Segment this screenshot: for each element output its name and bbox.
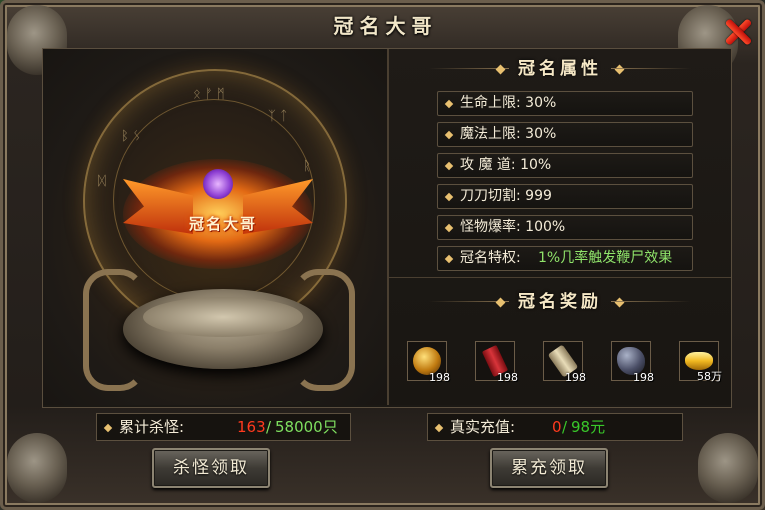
reward-slot[interactable]: 58万 — [679, 341, 722, 383]
rune-glyph: ᛟ ᚠ ᛗ — [193, 87, 225, 102]
attribute-row: 魔法上限: 30% — [437, 122, 693, 147]
kill-claim-button[interactable]: 杀怪领取 — [152, 448, 270, 488]
reward-slot[interactable]: 198 — [543, 341, 586, 384]
rune-glyph: ᛒ ᛊ — [121, 129, 141, 144]
pedestal-top — [143, 297, 303, 337]
reward-count: 198 — [633, 371, 654, 384]
kill-target: 58000只 — [275, 418, 338, 436]
reward-slot[interactable]: 198 — [611, 341, 654, 384]
emblem-title: 冠名大哥 — [188, 215, 257, 233]
emblem-showcase: ᛟ ᚠ ᛗ ᛉ ᛏ ᛒ ᛊ ᚱ ᛞ 冠名大哥 — [43, 49, 387, 405]
attribute-text: 攻 魔 道: 10% — [460, 157, 552, 173]
kill-separator: / — [266, 418, 272, 436]
reward-count: 198 — [565, 371, 586, 384]
purple-gem-icon — [203, 169, 233, 199]
attribute-text: 生命上限: 30% — [460, 95, 557, 111]
attribute-row: 生命上限: 30% — [437, 91, 693, 116]
window-title: 冠名大哥 — [333, 14, 438, 38]
attribute-row: 刀刀切割: 999 — [437, 184, 693, 209]
section-separator — [389, 277, 731, 278]
kill-counter: 累计杀怪: 163 / 58000只 — [96, 413, 351, 441]
details-panel: 冠名属性 生命上限: 30% 魔法上限: 30% 攻 魔 道: 10% 刀刀切割… — [389, 49, 731, 405]
rune-glyph: ᛉ ᛏ — [268, 109, 288, 124]
attributes-title: 冠名属性 — [518, 59, 602, 79]
reward-slot[interactable]: 198 — [475, 341, 518, 384]
rune-glyph: ᛞ — [98, 174, 106, 189]
bullet-icon — [103, 423, 113, 433]
privilege-value: 1%几率触发鞭尸效果 — [538, 250, 673, 266]
header-line — [611, 301, 691, 302]
title-bar: 冠名大哥 — [63, 9, 708, 43]
rewards-header: 冠名奖励 — [389, 287, 731, 317]
diamond-icon — [614, 64, 625, 75]
bullet-icon — [444, 130, 454, 140]
diamond-icon — [495, 64, 506, 75]
kill-label: 累计杀怪: — [119, 418, 185, 436]
attribute-row: 攻 魔 道: 10% — [437, 153, 693, 178]
attribute-row: 怪物爆率: 100% — [437, 215, 693, 240]
bullet-icon — [444, 254, 454, 264]
attributes-header: 冠名属性 — [389, 54, 731, 84]
close-icon[interactable] — [724, 17, 752, 45]
diamond-icon — [495, 297, 506, 308]
dragon-ornament-icon — [698, 433, 758, 503]
attribute-text: 魔法上限: 30% — [460, 126, 557, 142]
bullet-icon — [434, 423, 444, 433]
privilege-label: 冠名特权: — [460, 250, 521, 266]
honor-window: 冠名大哥 ᛟ ᚠ ᛗ ᛉ ᛏ ᛒ ᛊ ᚱ ᛞ 冠名大哥 冠名属性 生命上限: 3… — [0, 0, 765, 510]
attribute-text: 怪物爆率: 100% — [460, 219, 566, 235]
dragon-ornament-icon — [7, 433, 67, 503]
header-line — [611, 68, 691, 69]
recharge-claim-button[interactable]: 累充领取 — [490, 448, 608, 488]
recharge-target: 98元 — [571, 418, 606, 436]
bullet-icon — [444, 161, 454, 171]
reward-count: 58万 — [697, 370, 722, 383]
attribute-text: 刀刀切割: 999 — [460, 188, 552, 204]
recharge-current: 0 — [552, 418, 562, 436]
rewards-title: 冠名奖励 — [518, 292, 602, 312]
bullet-icon — [444, 223, 454, 233]
reward-count: 198 — [429, 371, 450, 384]
privilege-row: 冠名特权: 1%几率触发鞭尸效果 — [437, 246, 693, 271]
recharge-label: 真实充值: — [450, 418, 516, 436]
diamond-icon — [614, 297, 625, 308]
content-panel: ᛟ ᚠ ᛗ ᛉ ᛏ ᛒ ᛊ ᚱ ᛞ 冠名大哥 冠名属性 生命上限: 30% 魔法… — [42, 48, 732, 408]
bullet-icon — [444, 192, 454, 202]
rune-glyph: ᚱ — [303, 159, 311, 174]
recharge-counter: 真实充值: 0 / 98元 — [427, 413, 683, 441]
bullet-icon — [444, 99, 454, 109]
reward-slot[interactable]: 198 — [407, 341, 450, 384]
recharge-separator: / — [562, 418, 568, 436]
reward-count: 198 — [497, 371, 518, 384]
kill-current: 163 — [237, 418, 266, 436]
